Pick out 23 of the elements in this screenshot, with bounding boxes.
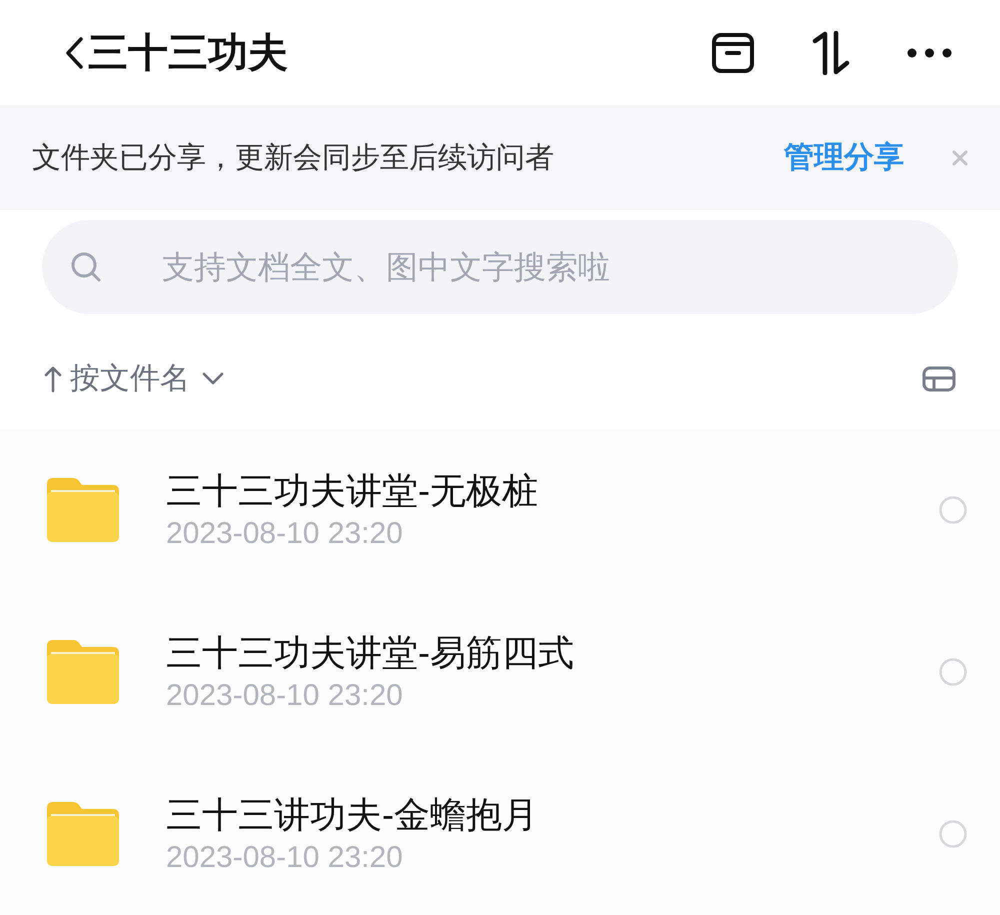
arrow-up-icon[interactable] (44, 365, 62, 393)
folder-icon (47, 802, 119, 866)
folder-name: 三十三功夫讲堂-无极桩 (166, 468, 539, 512)
sort-by-name-button[interactable]: 按文件名 (70, 361, 190, 397)
folder-name: 三十三讲功夫-金蟾抱月 (166, 792, 539, 836)
folder-icon (47, 640, 119, 704)
select-radio[interactable] (939, 658, 967, 686)
more-icon[interactable] (907, 48, 952, 58)
archive-box-icon[interactable] (712, 32, 754, 72)
share-notice: 文件夹已分享，更新会同步至后续访问者 (32, 140, 554, 176)
modified-date: 2023-08-10 23:20 (166, 516, 404, 552)
search-field[interactable]: 支持文档全文、图中文字搜索啦 (42, 220, 958, 314)
search-icon (70, 251, 102, 283)
folder-name: 三十三功夫讲堂-易筋四式 (166, 630, 575, 674)
view-toggle-icon[interactable] (922, 366, 956, 392)
folder-icon (47, 478, 119, 542)
back-icon[interactable] (64, 36, 84, 70)
modified-date: 2023-08-10 23:20 (166, 840, 404, 876)
modified-date: 2023-08-10 23:20 (166, 678, 404, 714)
chevron-down-icon[interactable] (202, 372, 224, 386)
select-radio[interactable] (939, 496, 967, 524)
select-radio[interactable] (939, 820, 967, 848)
page-title: 三十三功夫 (88, 30, 288, 76)
